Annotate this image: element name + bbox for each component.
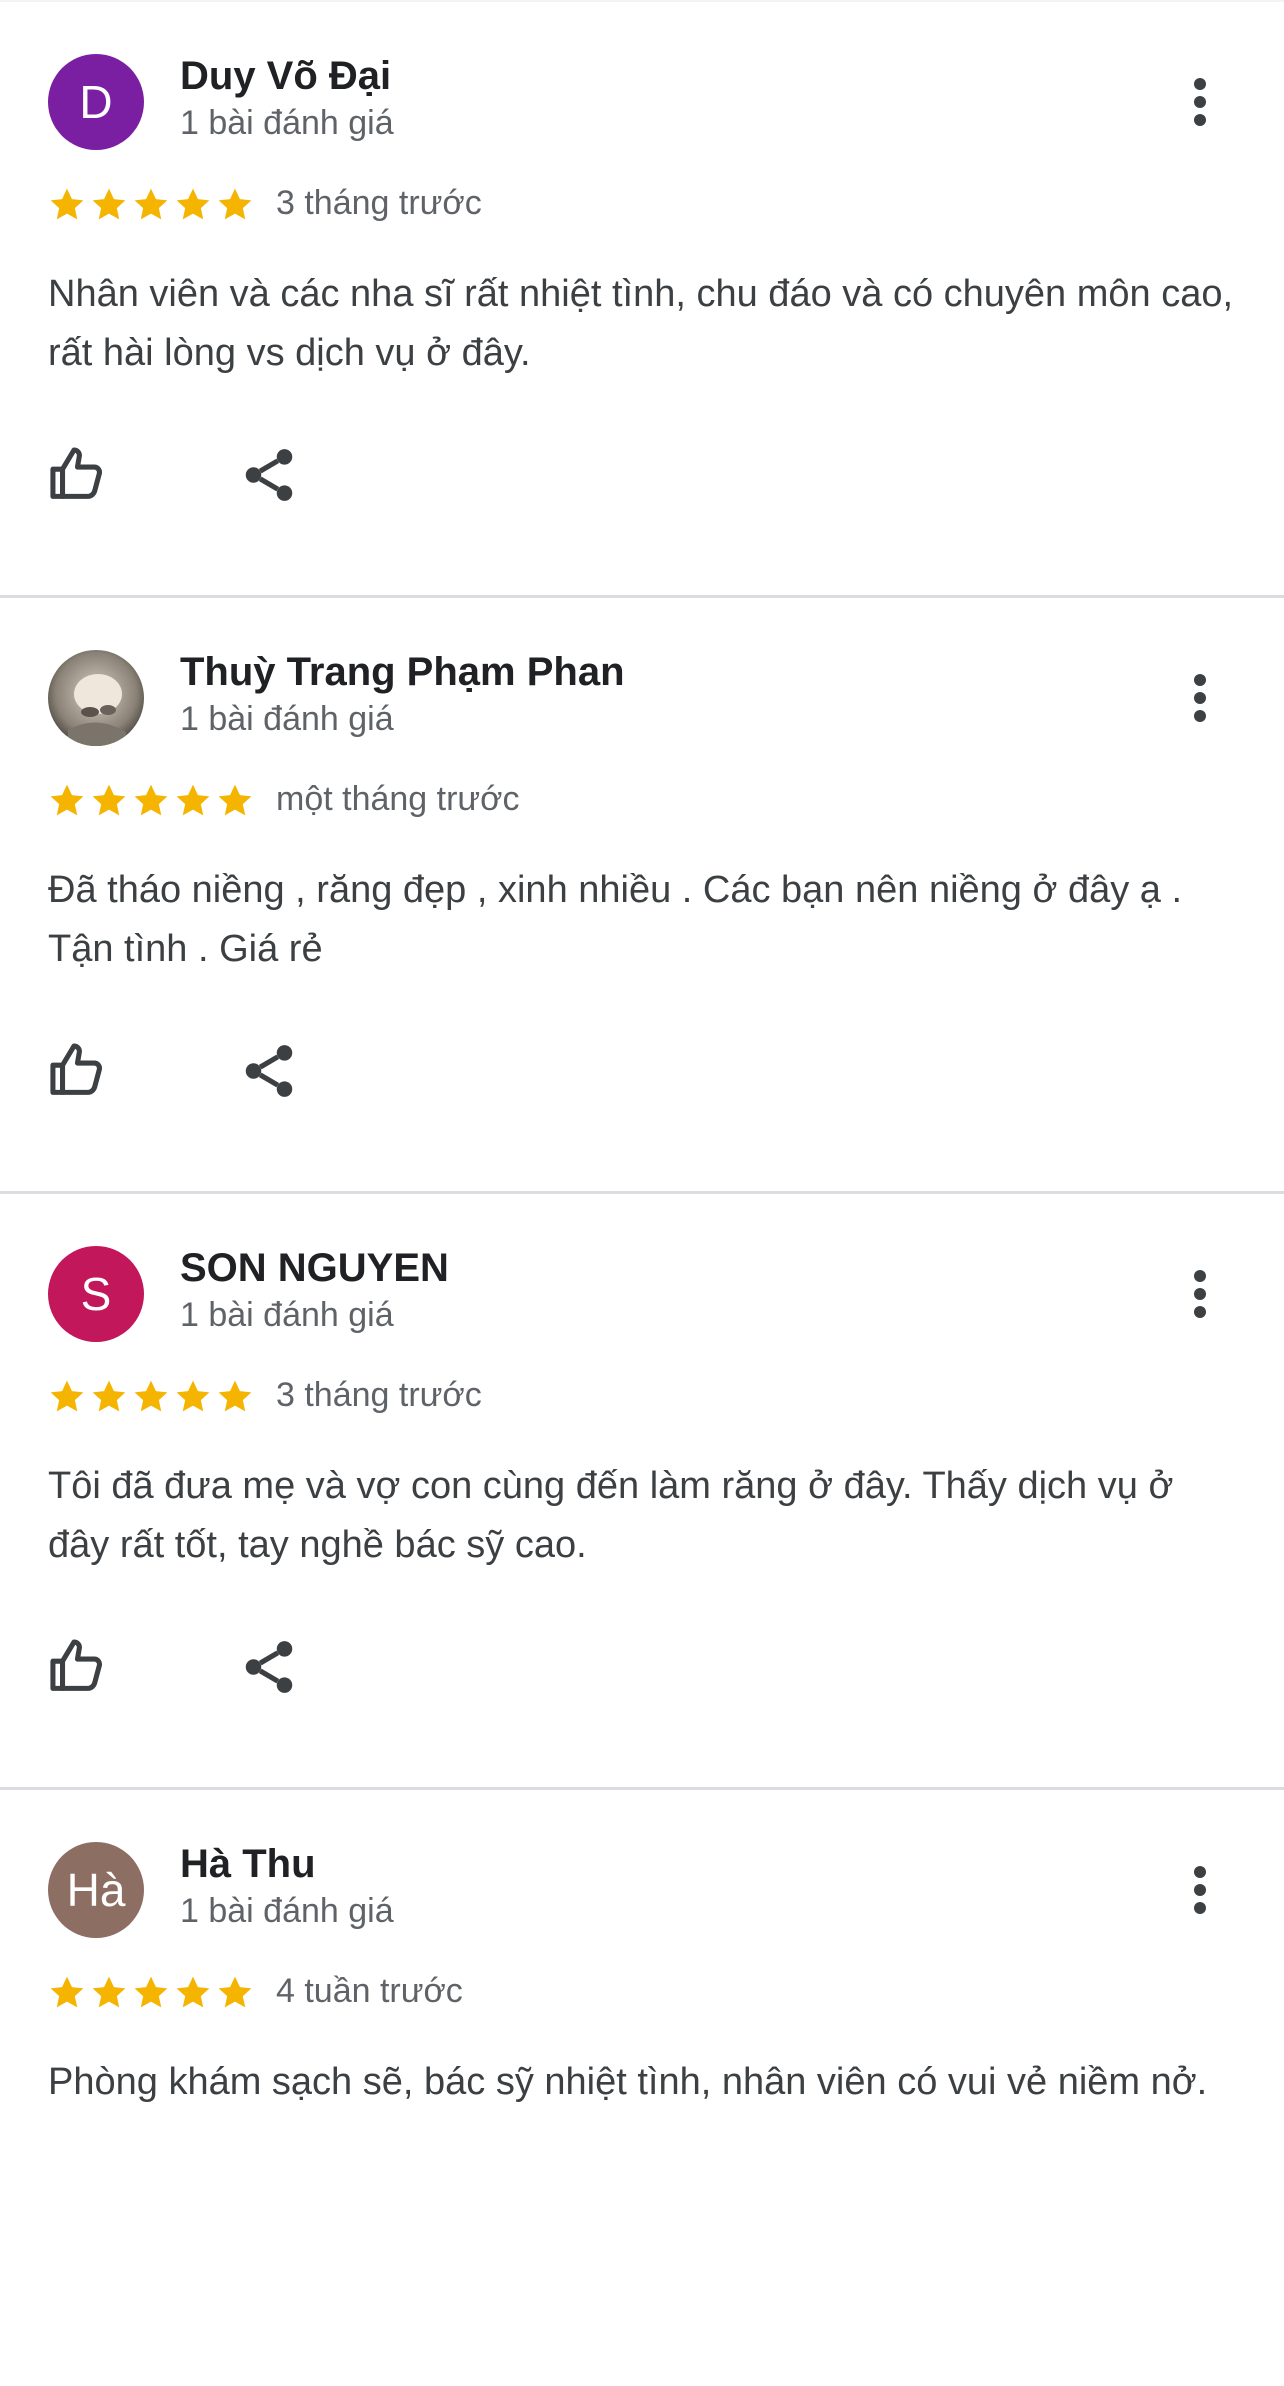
review-date: 4 tuần trước [276,1972,463,2010]
review-count: 1 bài đánh giá [180,104,394,142]
review-card: Hà Hà Thu 1 bài đánh giá 4 tuần trước Ph… [0,1790,1284,2386]
reviewer-name[interactable]: SON NGUYEN [180,1246,449,1291]
more-options-icon[interactable] [1176,668,1224,728]
review-date: 3 tháng trước [276,184,482,222]
review-count: 1 bài đánh giá [180,700,394,738]
star-icon [172,1973,214,2013]
review-date: một tháng trước [276,780,520,818]
review-count: 1 bài đánh giá [180,1296,394,1334]
share-icon[interactable] [238,1636,300,1698]
star-icon [214,1973,256,2013]
more-options-icon[interactable] [1176,1264,1224,1324]
review-count: 1 bài đánh giá [180,1892,394,1930]
star-icon [46,1377,88,1417]
more-options-icon[interactable] [1176,1860,1224,1920]
avatar[interactable]: Hà [48,1842,144,1938]
review-text: Tôi đã đưa mẹ và vợ con cùng đến làm răn… [48,1465,1174,1566]
share-icon[interactable] [238,1040,300,1102]
star-rating [46,185,256,229]
thumbs-up-icon[interactable] [46,442,110,506]
star-icon [88,1973,130,2013]
star-icon [214,781,256,821]
star-icon [172,781,214,821]
star-icon [130,1377,172,1417]
more-options-icon[interactable] [1176,72,1224,132]
star-icon [130,185,172,225]
star-icon [88,185,130,225]
star-icon [172,1377,214,1417]
share-icon[interactable] [238,444,300,506]
thumbs-up-icon[interactable] [46,1634,110,1698]
avatar[interactable]: D [48,54,144,150]
review-text: Phòng khám sạch sẽ, bác sỹ nhiệt tình, n… [48,2061,1208,2103]
star-icon [88,1377,130,1417]
review-card: Thuỳ Trang Phạm Phan 1 bài đánh giá một … [0,598,1284,1194]
star-rating [46,1973,256,2017]
reviewer-name[interactable]: Hà Thu [180,1842,316,1887]
review-text: Đã tháo niềng , răng đẹp , xinh nhiều . … [48,869,1183,970]
star-icon [172,185,214,225]
star-icon [130,781,172,821]
thumbs-up-icon[interactable] [46,1038,110,1102]
review-card: S SON NGUYEN 1 bài đánh giá 3 tháng trướ… [0,1194,1284,1790]
review-text: Nhân viên và các nha sĩ rất nhiệt tình, … [48,273,1234,374]
star-icon [130,1973,172,2013]
reviewer-name[interactable]: Thuỳ Trang Phạm Phan [180,650,625,695]
star-rating [46,1377,256,1421]
star-icon [46,185,88,225]
star-icon [46,1973,88,2013]
star-icon [88,781,130,821]
avatar[interactable] [48,650,144,746]
review-date: 3 tháng trước [276,1376,482,1414]
star-icon [214,185,256,225]
star-icon [214,1377,256,1417]
star-icon [46,781,88,821]
avatar[interactable]: S [48,1246,144,1342]
reviewer-name[interactable]: Duy Võ Đại [180,54,391,99]
star-rating [46,781,256,825]
review-card: D Duy Võ Đại 1 bài đánh giá 3 tháng trướ… [0,2,1284,598]
